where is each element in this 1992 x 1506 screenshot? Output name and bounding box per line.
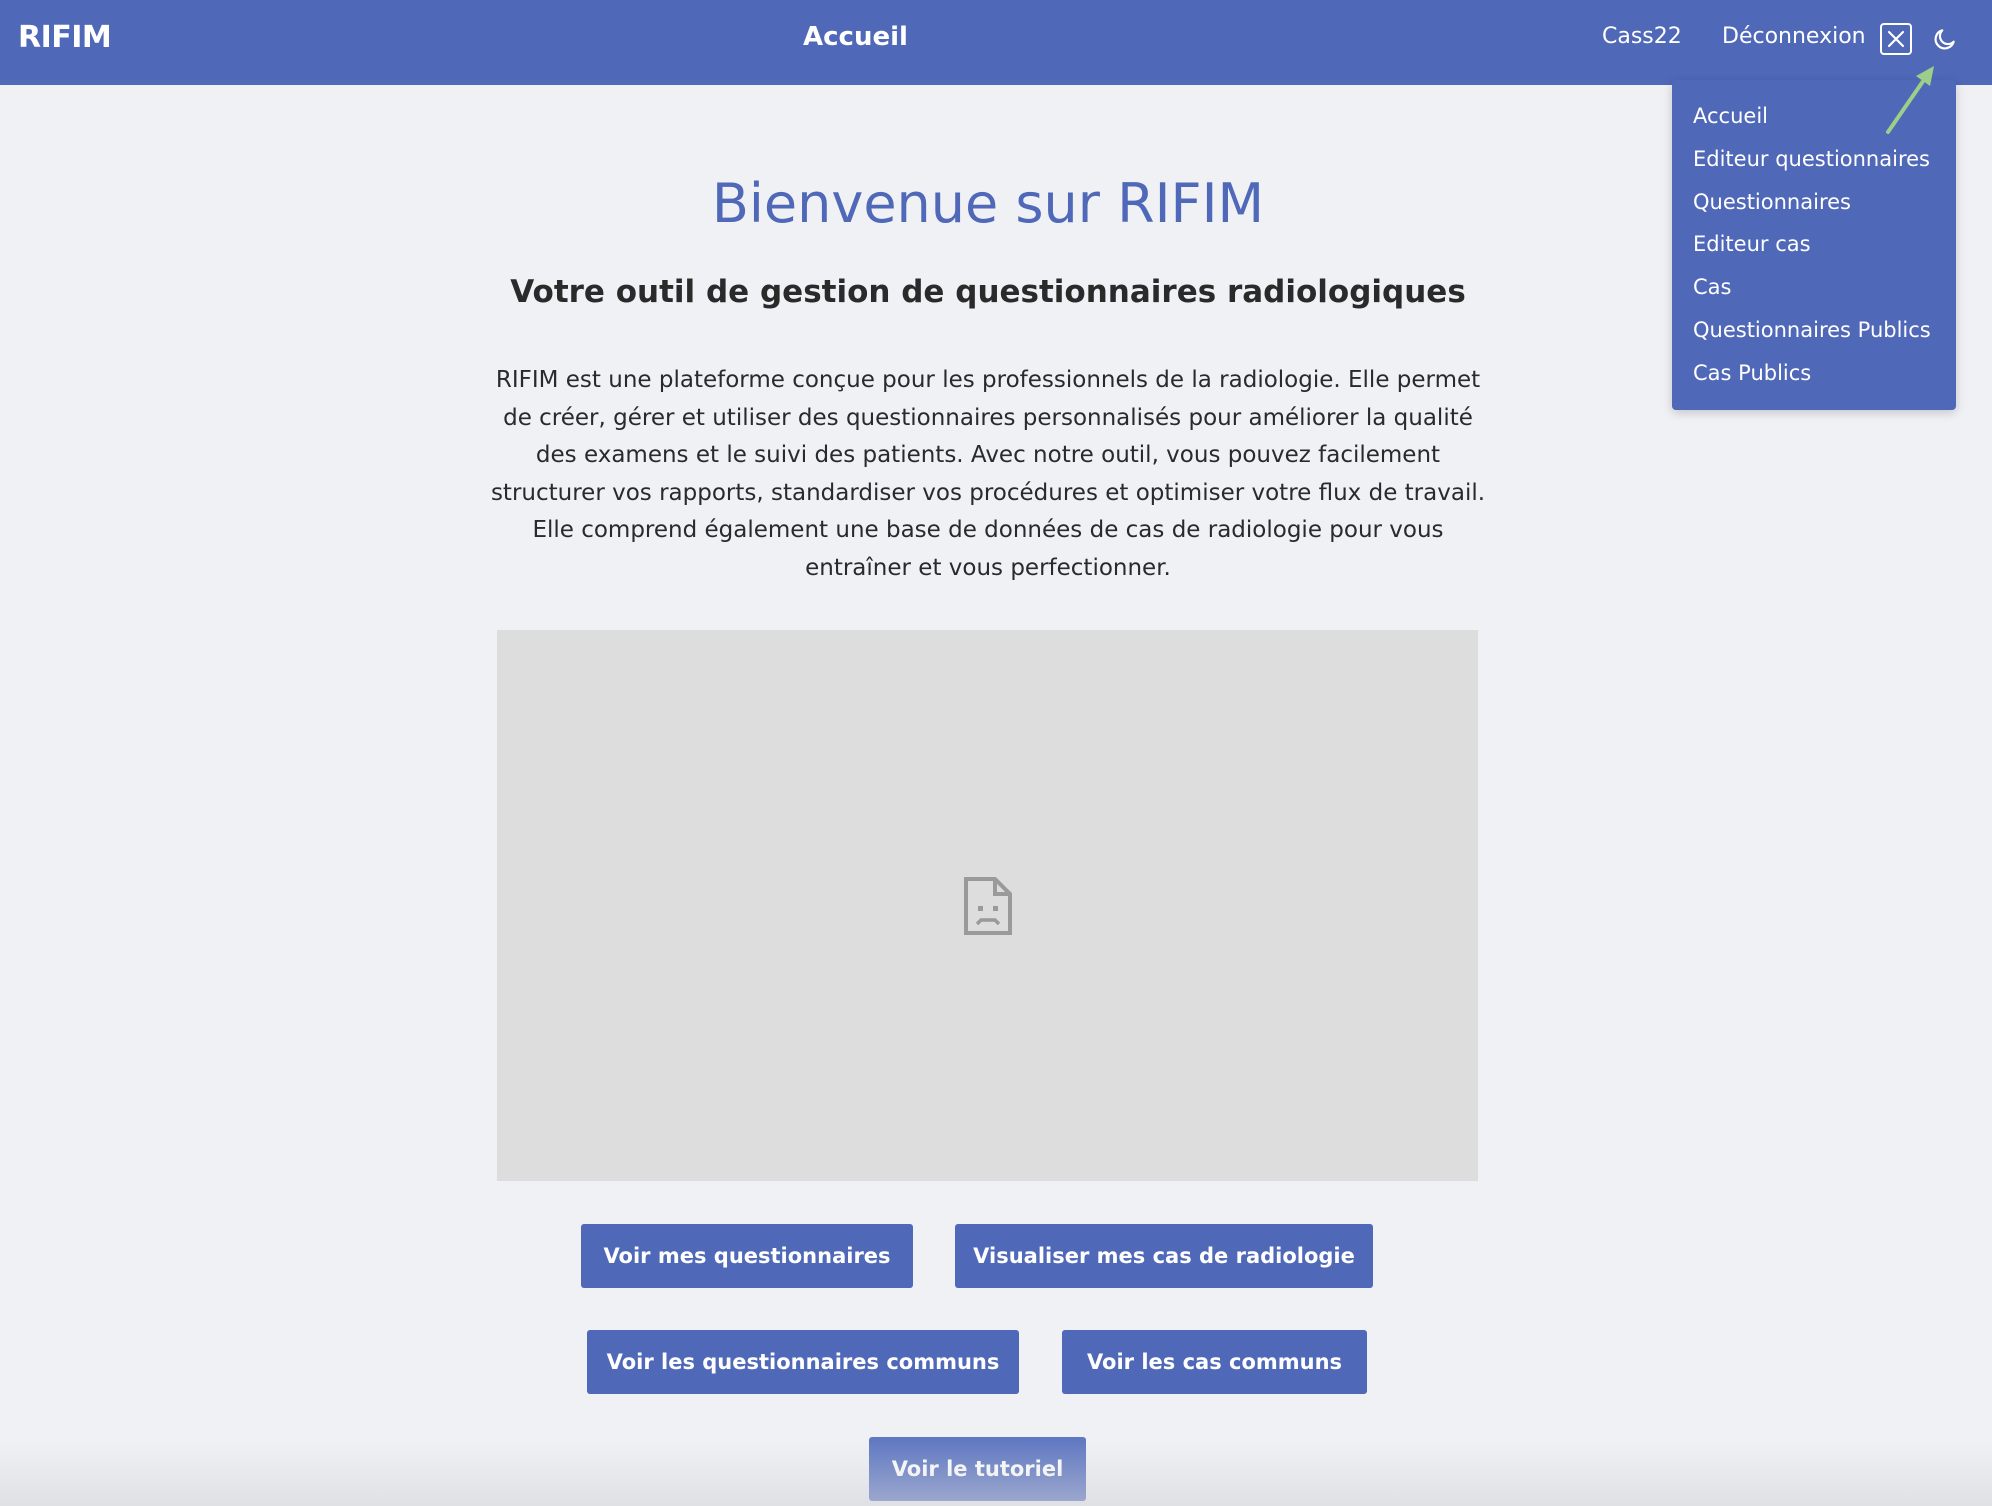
top-navbar: RIFIM Accueil Cass22 Déconnexion [0, 0, 1992, 85]
page-title: Accueil [803, 22, 908, 52]
close-icon[interactable] [1880, 23, 1912, 55]
annotation-arrow-icon [1886, 66, 1934, 134]
user-name-link[interactable]: Cass22 [1602, 24, 1682, 49]
menu-item-questionnaires-publics[interactable]: Questionnaires Publics [1672, 314, 1956, 357]
common-questionnaires-button[interactable]: Voir les questionnaires communs [587, 1330, 1019, 1394]
menu-item-cas-publics[interactable]: Cas Publics [1672, 357, 1956, 400]
media-placeholder[interactable] [497, 630, 1478, 1181]
logout-link[interactable]: Déconnexion [1722, 24, 1866, 49]
tutorial-button[interactable]: Voir le tutoriel [869, 1437, 1086, 1501]
page: RIFIM Accueil Cass22 Déconnexion Accueil… [0, 0, 1992, 1506]
welcome-heading: Bienvenue sur RIFIM [711, 172, 1265, 235]
my-cases-button[interactable]: Visualiser mes cas de radiologie [955, 1224, 1373, 1288]
brand-logo[interactable]: RIFIM [18, 20, 112, 55]
welcome-subtitle: Votre outil de gestion de questionnaires… [510, 274, 1466, 310]
moon-icon[interactable] [1930, 24, 1960, 54]
broken-image-icon [963, 876, 1012, 935]
my-questionnaires-button[interactable]: Voir mes questionnaires [581, 1224, 913, 1288]
common-cases-button[interactable]: Voir les cas communs [1062, 1330, 1367, 1394]
platform-description: RIFIM est une plateforme conçue pour les… [490, 367, 1486, 581]
